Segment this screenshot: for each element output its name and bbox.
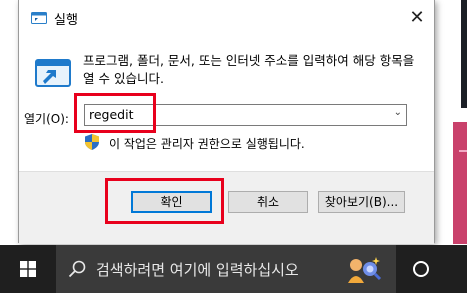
- cancel-button[interactable]: 취소: [228, 191, 308, 213]
- background-pink-line: [459, 150, 467, 152]
- task-view-icon[interactable]: [413, 261, 429, 277]
- search-placeholder: 검색하려면 여기에 입력하십시오: [96, 261, 299, 279]
- open-label: 열기(O):: [24, 112, 69, 126]
- taskbar-search-box[interactable]: 검색하려면 여기에 입력하십시오: [56, 245, 396, 293]
- close-icon[interactable]: ✕: [406, 7, 428, 29]
- uac-shield-icon: [85, 134, 99, 150]
- highlight-ok-box: [105, 178, 224, 224]
- search-icon: [68, 260, 86, 278]
- run-program-icon: [35, 59, 71, 87]
- run-dialog-icon: [31, 12, 47, 24]
- background-dark-strip: [461, 0, 467, 108]
- browse-button[interactable]: 찾아보기(B)...: [318, 191, 405, 213]
- highlight-input-box: [74, 93, 156, 133]
- desktop-background: [435, 0, 467, 245]
- dropdown-arrow-icon[interactable]: ⌄: [394, 107, 402, 118]
- admin-note: 이 작업은 관리자 권한으로 실행됩니다.: [109, 137, 305, 151]
- dialog-titlebar[interactable]: 실행 ✕: [19, 0, 434, 36]
- dialog-title: 실행: [54, 13, 78, 28]
- dialog-description: 프로그램, 폴더, 문서, 또는 인터넷 주소를 입력하여 해당 항목을 열 수…: [83, 53, 415, 86]
- cortana-icon[interactable]: [342, 253, 384, 285]
- windows-logo-icon[interactable]: [20, 261, 36, 277]
- background-pink-art: [453, 122, 467, 244]
